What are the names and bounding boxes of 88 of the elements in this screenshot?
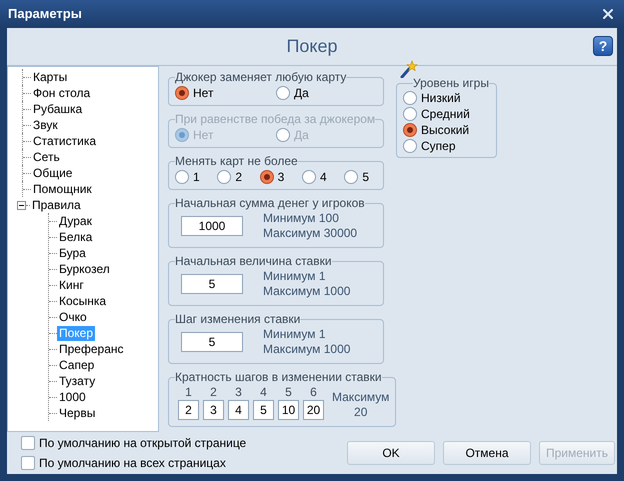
step-field[interactable]: 20 [303, 400, 324, 420]
tree-item[interactable]: Преферанс [57, 342, 126, 356]
radio-button[interactable] [344, 170, 358, 184]
radio-label: Нет [193, 85, 214, 102]
number-field[interactable]: 5 [181, 274, 243, 294]
radio-label: 1 [193, 169, 200, 186]
page-title: Покер [286, 35, 338, 58]
tree-item[interactable]: Карты [31, 70, 70, 84]
radio-button[interactable] [175, 170, 189, 184]
step-number: 1 [185, 384, 192, 400]
radio-button[interactable] [276, 86, 290, 100]
collapse-icon[interactable] [17, 200, 26, 210]
checkbox-label: По умолчанию на всех страницах [39, 455, 226, 472]
close-icon[interactable] [600, 6, 616, 22]
tree-item[interactable]: Косынка [57, 294, 108, 308]
minimum-text: Минимум 100 [263, 211, 340, 226]
tree-item[interactable]: Фон стола [31, 86, 92, 100]
radio-label: Высокий [421, 122, 470, 139]
radio-label: Супер [421, 138, 456, 155]
tree-item[interactable]: Помощник [31, 182, 94, 196]
radio-label: Нет [193, 127, 214, 144]
minimum-text: Минимум 1 [263, 327, 327, 342]
group-title: Начальная сумма денег у игроков [175, 196, 365, 210]
radio-button[interactable] [403, 91, 417, 105]
tree-item[interactable]: Рубашка [31, 102, 84, 116]
radio-button[interactable] [302, 170, 316, 184]
number-field[interactable]: 1000 [181, 216, 243, 236]
tree-item[interactable]: Белка [57, 230, 94, 244]
maximum-text: Максимум 30000 [263, 226, 358, 241]
step-field[interactable]: 5 [253, 400, 274, 420]
radio-label: Средний [421, 106, 470, 123]
dialog-button[interactable]: Отмена [443, 441, 531, 465]
radio-button[interactable] [260, 170, 274, 184]
tree-item[interactable]: Общие [31, 166, 74, 180]
radio-label: Низкий [421, 90, 461, 107]
maximum-text: Максимум 1000 [263, 342, 350, 357]
maximum-label: Максимум [332, 390, 390, 405]
group-title: Кратность шагов в изменении ставки [175, 370, 382, 384]
step-field[interactable]: 2 [178, 400, 199, 420]
checkbox[interactable] [21, 456, 35, 470]
tree-item[interactable]: Буркозел [57, 262, 112, 276]
tree-item[interactable]: Тузату [57, 374, 98, 388]
step-number: 5 [285, 384, 292, 400]
tree-item[interactable]: Кинг [57, 278, 86, 292]
group-title: При равенстве победа за джокером [175, 112, 376, 126]
group-title: Уровень игры [413, 76, 489, 90]
tree-item[interactable]: Звук [31, 118, 60, 132]
group-title: Начальная величина ставки [175, 254, 332, 268]
tree-item[interactable]: Сапер [57, 358, 96, 372]
step-number: 4 [260, 384, 267, 400]
step-number: 6 [310, 384, 317, 400]
step-field[interactable]: 3 [203, 400, 224, 420]
group-title: Менять карт не более [175, 154, 298, 168]
wand-icon [400, 60, 418, 78]
radio-label: Да [294, 85, 309, 102]
group-title: Шаг изменения ставки [175, 312, 300, 326]
dialog-button[interactable]: OK [347, 441, 435, 465]
tree-item[interactable]: Правила [30, 198, 83, 212]
group-title: Джокер заменяет любую карту [175, 70, 346, 84]
tree-item[interactable]: Статистика [31, 134, 98, 148]
radio-label: 5 [362, 169, 369, 186]
radio-button[interactable] [403, 123, 417, 137]
tree-item[interactable]: Дурак [57, 214, 94, 228]
radio-label: 3 [278, 169, 284, 186]
radio-label: 4 [320, 169, 327, 186]
number-field[interactable]: 5 [181, 332, 243, 352]
step-number: 3 [235, 384, 242, 400]
tree-item[interactable]: 1000 [57, 390, 88, 404]
tree-item[interactable]: Червы [57, 406, 98, 420]
radio-button[interactable] [403, 139, 417, 153]
checkbox[interactable] [21, 436, 35, 450]
help-button[interactable]: ? [593, 36, 613, 56]
maximum-value: 20 [354, 405, 368, 420]
radio-button[interactable] [175, 86, 189, 100]
window-title: Параметры [8, 5, 82, 24]
step-number: 2 [210, 384, 217, 400]
step-field[interactable]: 10 [278, 400, 299, 420]
radio-label: 2 [235, 169, 242, 186]
radio-button[interactable] [217, 170, 232, 184]
step-field[interactable]: 4 [228, 400, 249, 420]
checkbox-label: По умолчанию на открытой странице [39, 435, 246, 452]
tree-item[interactable]: Очко [57, 310, 89, 324]
maximum-text: Максимум 1000 [263, 284, 350, 299]
minimum-text: Минимум 1 [263, 269, 327, 284]
tree-item[interactable]: Сеть [31, 150, 62, 164]
tree-item[interactable]: Бура [57, 246, 88, 260]
radio-button[interactable] [403, 107, 417, 121]
radio-label: Да [294, 127, 309, 144]
